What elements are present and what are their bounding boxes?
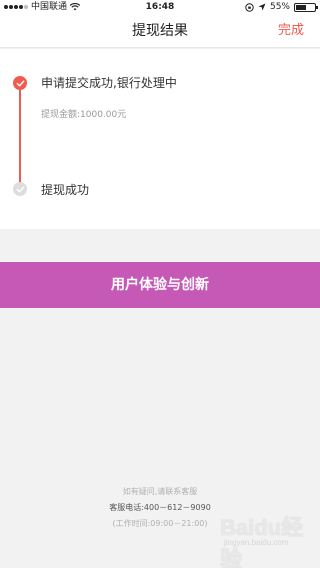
step-1-title: 申请提交成功,银行处理中 xyxy=(41,76,177,90)
withdraw-progress: 申请提交成功,银行处理中 提现金额:1000.00元 提现成功 xyxy=(0,49,320,229)
location-icon xyxy=(258,3,266,11)
withdraw-amount: 提现金额:1000.00元 xyxy=(41,110,127,120)
contact-hint: 如有疑问,请联系客服 xyxy=(122,487,198,496)
status-bar: 中国联通 16:48 55% xyxy=(0,0,320,14)
checkmark-icon xyxy=(16,80,24,86)
orientation-lock-icon xyxy=(245,2,254,12)
done-button[interactable]: 完成 xyxy=(278,14,304,48)
progress-line xyxy=(19,89,21,184)
battery-level xyxy=(296,4,306,10)
baidu-jingyan-watermark: Baidu经验 jingyan.baidu.com xyxy=(220,510,312,568)
step-2-title: 提现成功 xyxy=(41,183,90,197)
navigation-bar: 提现结果 完成 xyxy=(0,14,320,48)
checkmark-icon xyxy=(16,186,24,192)
step-complete-icon xyxy=(13,76,27,90)
status-bar-right: 55% xyxy=(245,0,318,14)
battery-percent: 55% xyxy=(269,2,290,12)
step-pending-icon xyxy=(13,182,27,196)
watermark-url: jingyan.baidu.com xyxy=(224,538,289,547)
page-title: 提现结果 xyxy=(132,23,188,39)
overlay-banner: 用户体验与创新 xyxy=(0,262,320,308)
battery-icon xyxy=(294,2,318,12)
